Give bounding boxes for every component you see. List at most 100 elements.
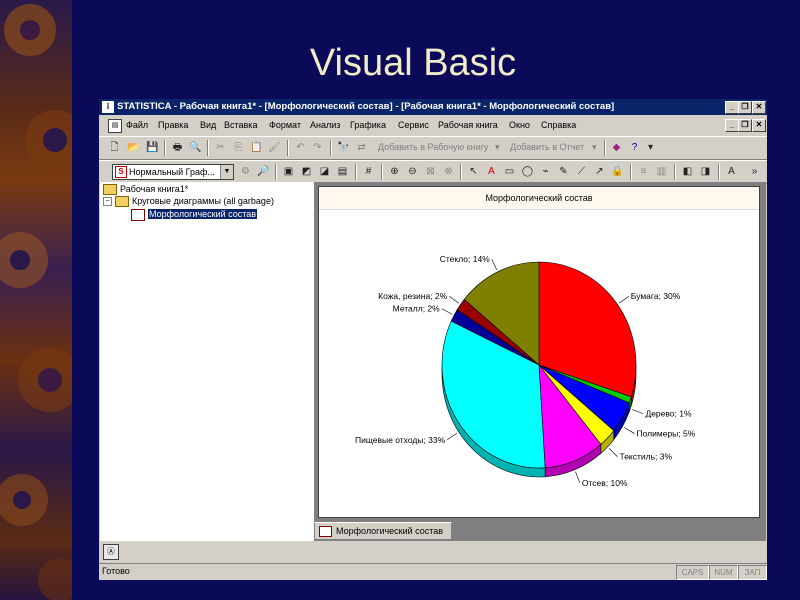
window-titlebar[interactable]: ⅰ STATISTICA - Рабочая книга1* - [Морфол… bbox=[99, 99, 767, 115]
graph-type-value: Нормальный Граф... bbox=[129, 167, 215, 177]
window-title: STATISTICA - Рабочая книга1* - [Морфолог… bbox=[117, 101, 615, 112]
menu-edit[interactable]: Правка bbox=[158, 116, 188, 134]
graph-layout-icon[interactable]: ▤ bbox=[335, 164, 350, 179]
toolbar-overflow-icon[interactable]: » bbox=[747, 164, 762, 179]
menu-format[interactable]: Формат bbox=[269, 116, 301, 134]
zoom-in-icon[interactable]: ⊕ bbox=[387, 164, 402, 179]
grid-icon[interactable]: # bbox=[361, 164, 376, 179]
graph-type-select[interactable]: S Нормальный Граф... ▼ bbox=[112, 164, 234, 180]
pie-slice-label: Стекло; 14% bbox=[440, 254, 490, 264]
new-icon[interactable]: 🗋 bbox=[107, 140, 122, 155]
folder-icon bbox=[103, 184, 117, 196]
graph-axis-icon[interactable]: ◪ bbox=[317, 164, 332, 179]
tree-folder[interactable]: − Круговые диаграммы (all garbage) bbox=[103, 195, 274, 208]
toolbar-separator bbox=[381, 164, 383, 180]
pie-label-leader bbox=[618, 295, 629, 304]
pie-label-leader bbox=[441, 308, 453, 315]
print-icon[interactable]: 🖶 bbox=[170, 140, 185, 155]
tree-selected-item[interactable]: Морфологический состав bbox=[131, 208, 258, 221]
add-to-workbook-dropdown-icon[interactable]: ▾ bbox=[495, 140, 500, 155]
toolbar-separator bbox=[207, 140, 209, 156]
help-dropdown-icon[interactable]: ▾ bbox=[643, 140, 658, 155]
menu-tools[interactable]: Сервис bbox=[398, 116, 429, 134]
pointer-icon[interactable]: ↖ bbox=[466, 164, 481, 179]
ellipse-tool-icon[interactable]: ◯ bbox=[520, 164, 535, 179]
pie-label-leader bbox=[575, 471, 581, 483]
close-button[interactable]: ✕ bbox=[752, 101, 766, 114]
tree-root[interactable]: Рабочая книга1* bbox=[103, 183, 189, 196]
zoom-icon[interactable]: 🔎 bbox=[256, 164, 271, 179]
minimize-button[interactable]: _ bbox=[725, 101, 739, 114]
doc-restore-button[interactable]: ❐ bbox=[738, 119, 752, 132]
slide-title: Visual Basic bbox=[309, 42, 517, 84]
chart-window-tab[interactable]: Морфологический состав bbox=[314, 522, 452, 540]
chevron-down-icon[interactable]: ▼ bbox=[220, 165, 233, 179]
collapse-icon[interactable]: − bbox=[103, 197, 112, 207]
graph-toggle-icon[interactable]: Ⓐ bbox=[103, 544, 119, 560]
tree-root-label: Рабочая книга1* bbox=[120, 184, 189, 194]
undo-icon[interactable]: ↶ bbox=[293, 140, 308, 155]
restore-button[interactable]: ❐ bbox=[738, 101, 752, 114]
paste-icon[interactable]: 📋 bbox=[249, 140, 264, 155]
menu-help[interactable]: Справка bbox=[541, 116, 576, 134]
caps-indicator: CAPS bbox=[676, 565, 709, 580]
menu-view[interactable]: Вид bbox=[200, 116, 216, 134]
polyline-tool-icon[interactable]: ⌁ bbox=[538, 164, 553, 179]
align-icon[interactable]: ≡ bbox=[636, 164, 651, 179]
menu-workbook[interactable]: Рабочая книга bbox=[438, 116, 498, 134]
document-icon[interactable]: ▤ bbox=[108, 119, 122, 133]
graph-options-icon[interactable]: ⚙ bbox=[238, 164, 253, 179]
menu-insert[interactable]: Вставка bbox=[224, 116, 257, 134]
copy-icon[interactable]: ⎘ bbox=[231, 140, 246, 155]
format-painter-icon[interactable]: 🖌 bbox=[267, 140, 282, 155]
rectangle-tool-icon[interactable]: ▭ bbox=[502, 164, 517, 179]
lock-icon[interactable]: 🔒 bbox=[610, 164, 625, 179]
pie-chart[interactable]: Бумага; 30% Дерево; 1% Полимеры; 5% Текстил… bbox=[319, 187, 759, 517]
arrow-tool-icon[interactable]: ↗ bbox=[592, 164, 607, 179]
chart-tab-label: Морфологический состав bbox=[336, 526, 444, 536]
context-help-icon[interactable]: ? bbox=[627, 140, 642, 155]
send-back-icon[interactable]: ◨ bbox=[698, 164, 713, 179]
menu-graphics[interactable]: Графика bbox=[350, 116, 386, 134]
open-icon[interactable]: 📂 bbox=[126, 140, 141, 155]
menu-file[interactable]: Файл bbox=[126, 116, 148, 134]
menu-analysis[interactable]: Анализ bbox=[310, 116, 340, 134]
font-icon[interactable]: A bbox=[724, 164, 739, 179]
status-text: Готово bbox=[102, 566, 130, 576]
bottom-strip: Ⓐ bbox=[99, 541, 767, 563]
tree-selected-label: Морфологический состав bbox=[148, 209, 258, 219]
doc-close-button[interactable]: ✕ bbox=[752, 119, 766, 132]
doc-minimize-button[interactable]: _ bbox=[725, 119, 739, 132]
find-icon[interactable]: 🔭 bbox=[336, 140, 351, 155]
zoom-reset-icon[interactable]: ⊗ bbox=[441, 164, 456, 179]
zoom-out-icon[interactable]: ⊖ bbox=[405, 164, 420, 179]
workbook-tree: Рабочая книга1* − Круговые диаграммы (all… bbox=[100, 182, 314, 541]
text-tool-icon[interactable]: A bbox=[484, 164, 499, 179]
brush-tool-icon[interactable]: ✎ bbox=[556, 164, 571, 179]
pie-label-leader bbox=[449, 295, 460, 304]
toolbar-separator bbox=[330, 140, 332, 156]
line-tool-icon[interactable]: ⟋ bbox=[574, 164, 589, 179]
chart-window[interactable]: Морфологический состав Бумага; 30% Дерево… bbox=[318, 186, 760, 518]
toolbar-separator bbox=[630, 164, 632, 180]
add-to-report-button[interactable]: Добавить в Отчет bbox=[510, 140, 584, 155]
replace-icon[interactable]: ⇄ bbox=[354, 140, 369, 155]
pie-slice-label: Отсев; 10% bbox=[582, 478, 628, 488]
add-to-report-dropdown-icon[interactable]: ▾ bbox=[592, 140, 597, 155]
print-preview-icon[interactable]: 🔍 bbox=[188, 140, 203, 155]
cut-icon[interactable]: ✂ bbox=[213, 140, 228, 155]
zoom-area-icon[interactable]: ⊠ bbox=[423, 164, 438, 179]
distribute-icon[interactable]: ▥ bbox=[654, 164, 669, 179]
redo-icon[interactable]: ↷ bbox=[310, 140, 325, 155]
save-icon[interactable]: 💾 bbox=[145, 140, 160, 155]
statistica-app-icon[interactable]: ⅰ bbox=[102, 101, 114, 113]
macro-icon[interactable]: ◆ bbox=[609, 140, 624, 155]
graph-data-icon[interactable]: ▣ bbox=[281, 164, 296, 179]
pie-label-leader bbox=[491, 259, 498, 271]
pie-slice-label: Кожа, резина; 2% bbox=[378, 291, 448, 301]
bring-front-icon[interactable]: ◧ bbox=[680, 164, 695, 179]
add-to-workbook-button[interactable]: Добавить в Рабочую книгу bbox=[378, 140, 488, 155]
graph-plot-icon[interactable]: ◩ bbox=[299, 164, 314, 179]
menu-window[interactable]: Окно bbox=[509, 116, 530, 134]
toolbar-separator bbox=[674, 164, 676, 180]
